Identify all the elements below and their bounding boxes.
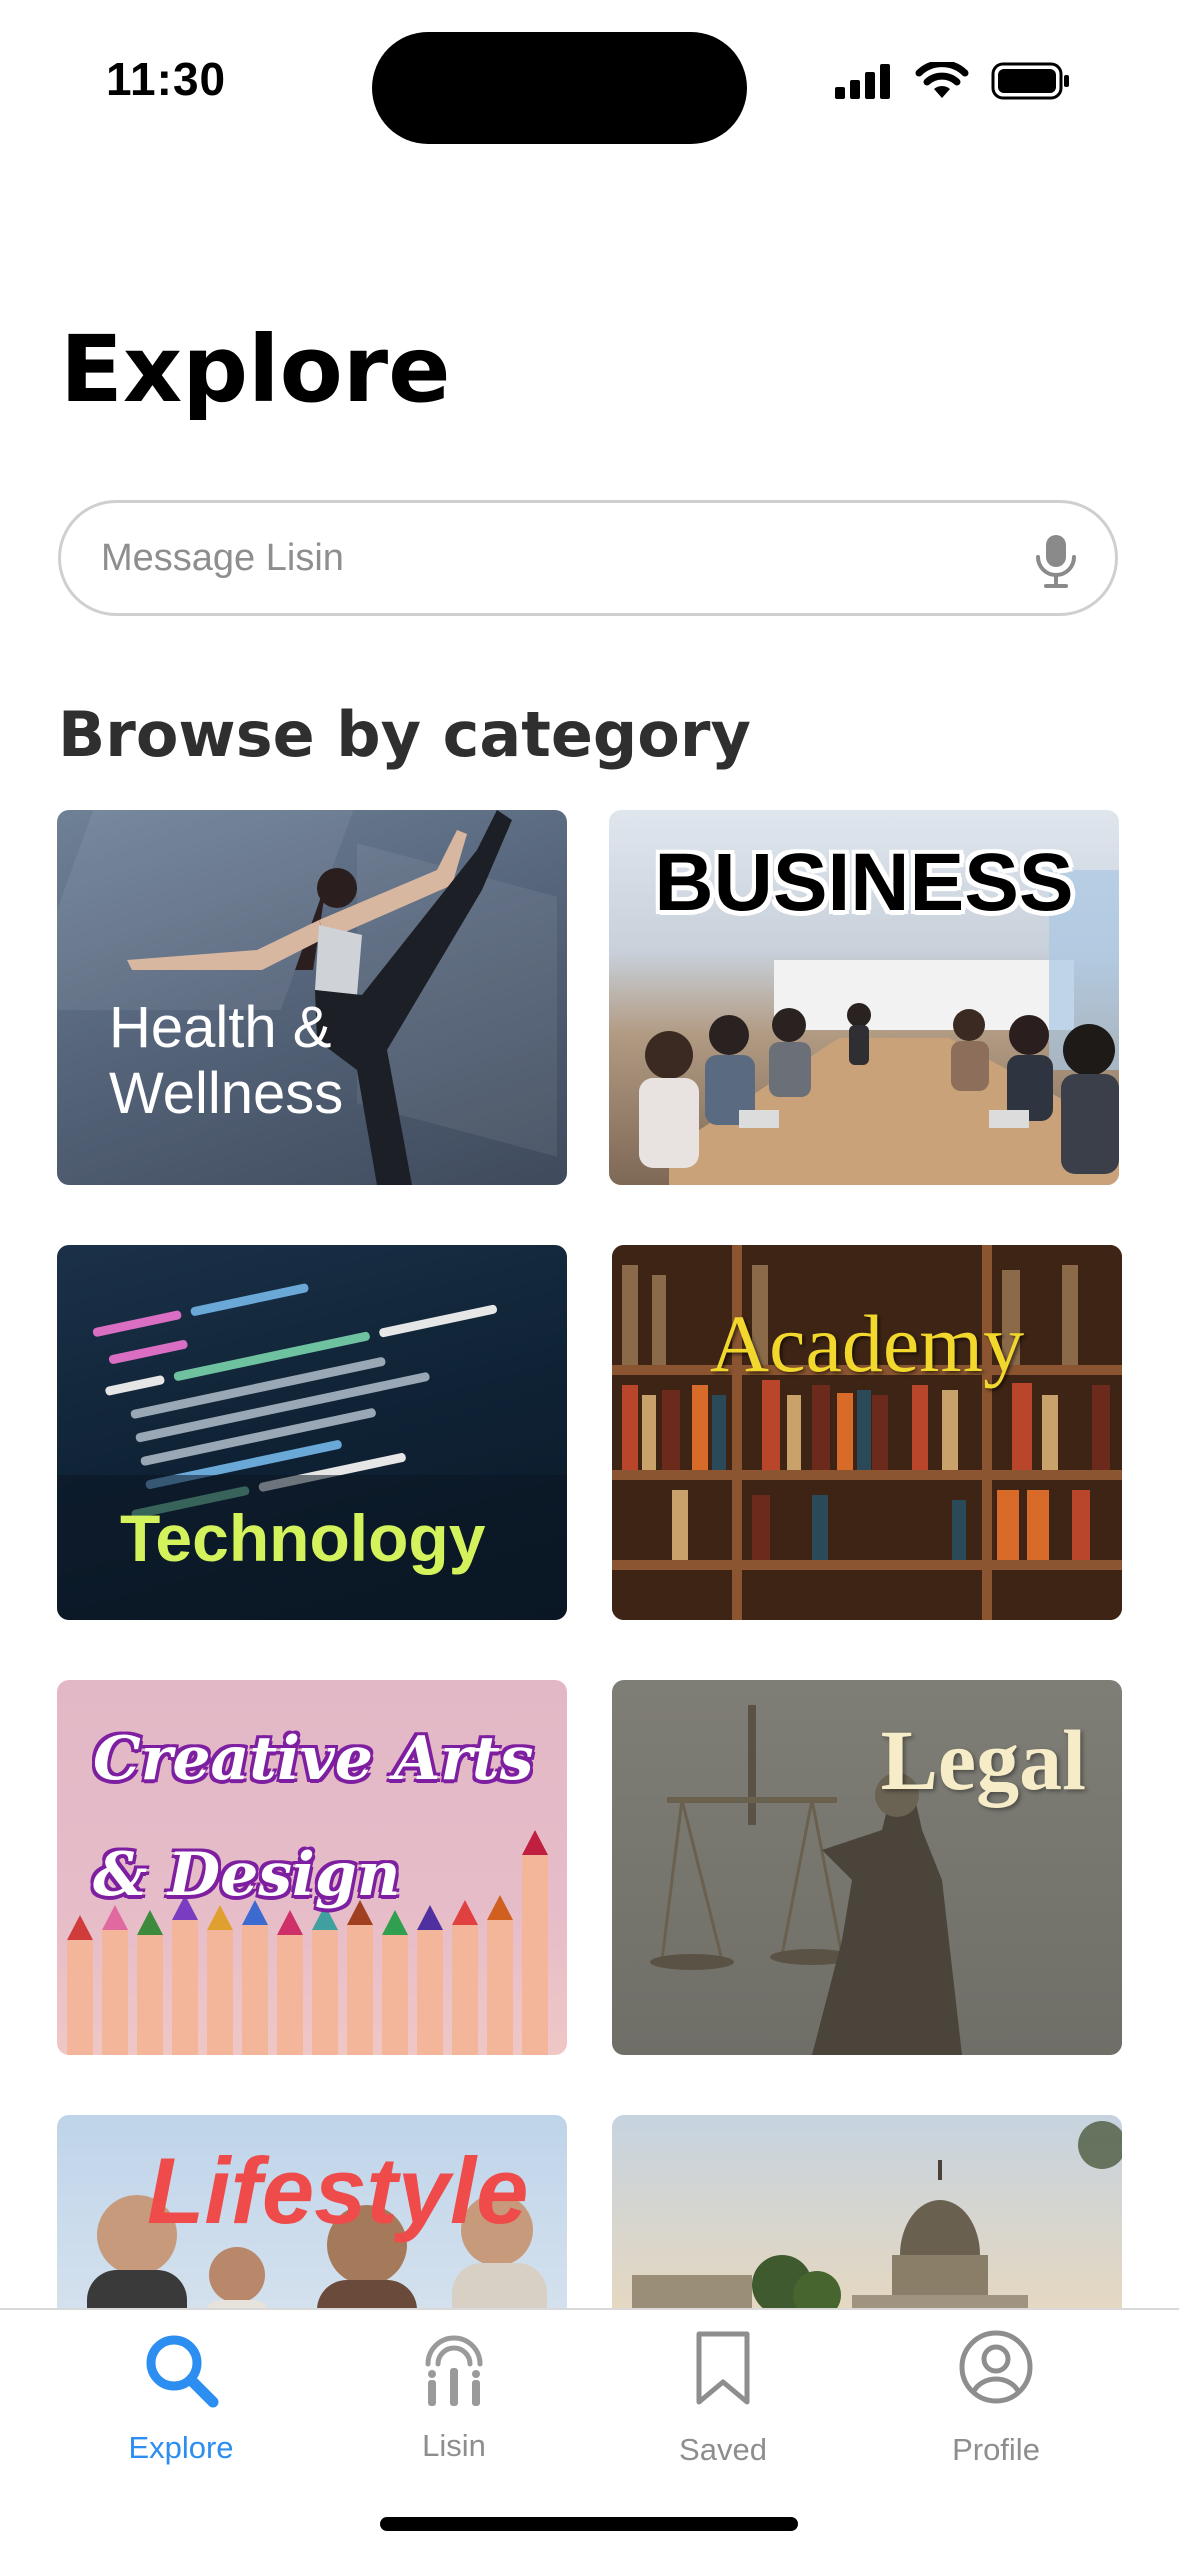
page-title: Explore — [60, 316, 451, 423]
home-indicator[interactable] — [380, 2517, 798, 2531]
category-card-academy[interactable]: Academy — [612, 1245, 1122, 1620]
tab-explore[interactable]: Explore — [81, 2310, 281, 2510]
category-label: Health & Wellness — [109, 995, 343, 1127]
cellular-signal-icon — [835, 64, 890, 99]
status-time: 11:30 — [106, 53, 227, 105]
tab-label: Explore — [128, 2430, 234, 2465]
dynamic-island — [372, 32, 747, 144]
category-label-line1: Health & — [109, 995, 332, 1060]
wifi-icon — [915, 62, 969, 98]
category-card-health-wellness[interactable]: Health & Wellness — [57, 810, 567, 1185]
battery-icon — [991, 62, 1069, 100]
category-card-creative-arts[interactable]: Creative Arts & Design — [57, 1680, 567, 2055]
tab-label: Profile — [952, 2432, 1040, 2467]
explore-screen: 11:30 Explore Browse by ca — [0, 0, 1179, 2556]
category-label: Legal — [880, 1712, 1086, 1808]
profile-icon — [959, 2330, 1033, 2404]
category-card-technology[interactable]: Technology — [57, 1245, 567, 1620]
category-label: Academy — [709, 1298, 1025, 1389]
tab-profile[interactable]: Profile — [896, 2310, 1096, 2510]
category-label-line2: Wellness — [109, 1061, 344, 1126]
category-label: BUSINESS — [654, 837, 1074, 928]
category-label: Technology — [120, 1501, 486, 1575]
tab-label: Saved — [679, 2432, 767, 2467]
category-label-line1: Creative Arts — [93, 1724, 534, 1794]
search-input[interactable] — [101, 503, 1001, 613]
category-card-business[interactable]: BUSINESS — [609, 810, 1119, 1185]
search-icon — [146, 2335, 219, 2408]
microphone-icon[interactable] — [1035, 533, 1077, 589]
search-bar[interactable] — [58, 500, 1118, 616]
status-icons — [835, 62, 1071, 100]
section-title: Browse by category — [58, 698, 751, 771]
category-card-legal[interactable]: Legal — [612, 1680, 1122, 2055]
tab-label: Lisin — [422, 2428, 486, 2463]
tab-saved[interactable]: Saved — [623, 2310, 823, 2510]
lisin-icon — [425, 2335, 483, 2406]
category-label-line2: & Design — [93, 1840, 401, 1910]
bookmark-icon — [696, 2331, 750, 2405]
category-label: Lifestyle — [147, 2138, 529, 2243]
tab-lisin[interactable]: Lisin — [354, 2310, 554, 2510]
